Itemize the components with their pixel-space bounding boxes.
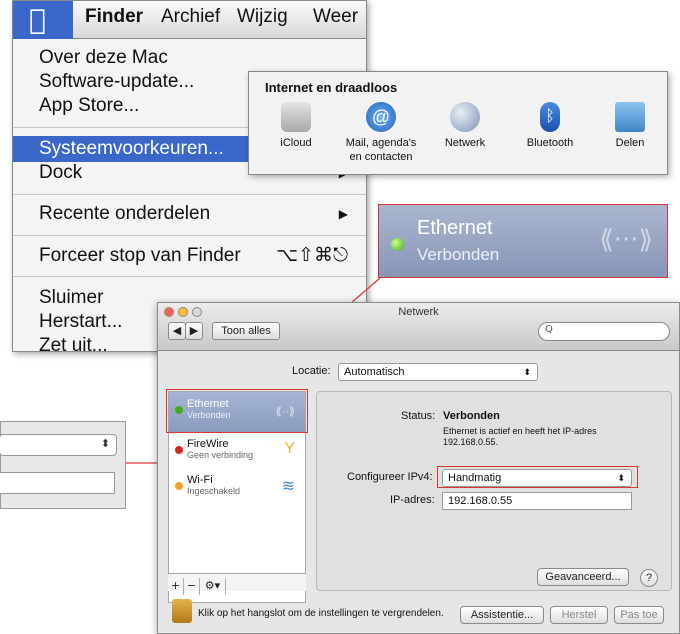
firewire-icon: Y: [284, 440, 295, 457]
action-menu-button[interactable]: ⚙▾: [200, 578, 226, 595]
revert-button[interactable]: Herstel: [550, 606, 608, 624]
wifi-icon: ≋: [281, 478, 295, 495]
service-firewire[interactable]: FireWire Geen verbinding Y: [169, 432, 305, 472]
status-red-icon: [175, 446, 183, 454]
ip-address-input[interactable]: 192.168.0.55: [442, 492, 632, 510]
show-all-button[interactable]: Toon alles: [212, 322, 280, 340]
status-description: Ethernet is actief en heeft het IP-adres…: [443, 426, 597, 447]
service-wifi[interactable]: Wi-Fi Ingeschakeld ≋: [169, 468, 305, 508]
window-title: Netwerk: [398, 306, 439, 318]
status-orange-icon: [175, 482, 183, 490]
search-input[interactable]: Q: [538, 322, 670, 341]
padlock-icon[interactable]: [172, 599, 192, 623]
search-icon: Q: [545, 324, 553, 335]
status-label: Status:: [401, 410, 436, 422]
apply-button[interactable]: Pas toe: [614, 606, 664, 624]
highlight-ipv4-box: [437, 466, 638, 488]
ip-address-label: IP-adres:: [390, 494, 435, 506]
assistant-button[interactable]: Assistentie...: [460, 606, 544, 624]
stepper-icon: ⬍: [523, 367, 531, 377]
back-button[interactable]: ◀: [168, 322, 186, 340]
highlight-ethernet-box: [166, 389, 308, 433]
forward-button[interactable]: ▶: [185, 322, 203, 340]
service-detail-panel: Status: Verbonden Ethernet is actief en …: [316, 391, 672, 591]
location-label: Locatie:: [292, 365, 331, 377]
service-list-buttons: + − ⚙▾: [168, 573, 306, 595]
location-select[interactable]: Automatisch ⬍: [338, 363, 538, 381]
remove-service-button[interactable]: −: [184, 578, 200, 595]
network-window: Netwerk ◀ ▶ Toon alles Q Locatie: Automa…: [157, 302, 680, 634]
help-button[interactable]: ?: [640, 569, 658, 587]
window-titlebar: Netwerk ◀ ▶ Toon alles Q: [158, 303, 679, 351]
lock-hint-text: Klik op het hangslot om de instellingen …: [198, 608, 444, 619]
add-service-button[interactable]: +: [168, 578, 184, 595]
configure-ipv4-label: Configureer IPv4:: [347, 471, 433, 483]
advanced-button[interactable]: Geavanceerd...: [537, 568, 629, 586]
status-value: Verbonden: [443, 410, 500, 422]
